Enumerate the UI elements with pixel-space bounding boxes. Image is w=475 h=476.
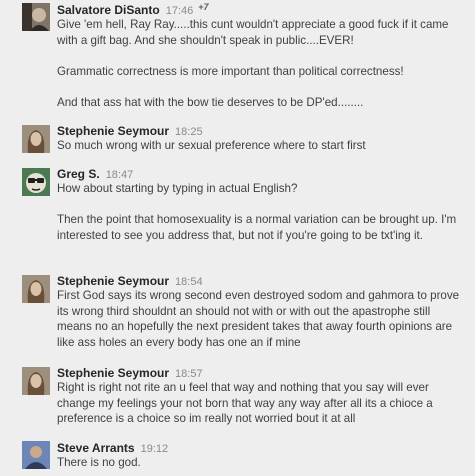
comment-author[interactable]: Steve Arrants: [57, 441, 135, 455]
cartoon-glasses-face-icon: [22, 168, 50, 196]
comment-timestamp[interactable]: 18:25: [175, 126, 203, 138]
avatar[interactable]: [22, 275, 50, 303]
avatar[interactable]: [22, 441, 50, 469]
comment-line: Give 'em hell, Ray Ray.....this cunt wou…: [57, 18, 449, 47]
comment-line: [57, 48, 467, 64]
person-photo-icon: [22, 367, 50, 395]
comment-line: And that ass hat with the bow tie deserv…: [57, 95, 364, 109]
avatar[interactable]: [22, 3, 50, 31]
comment-timestamp[interactable]: 18:57: [175, 368, 203, 380]
comment-line: [57, 197, 467, 213]
comment-text: So much wrong with ur sexual preference …: [57, 138, 467, 154]
comment-line: Grammatic correctness is more important …: [57, 64, 404, 78]
comment-line: [57, 79, 467, 95]
comment-author[interactable]: Stephenie Seymour: [57, 274, 169, 288]
comment-line: So much wrong with ur sexual preference …: [57, 139, 366, 152]
comment-timestamp[interactable]: 19:12: [141, 443, 169, 455]
comment-author[interactable]: Greg S.: [57, 167, 100, 181]
comment-text: Right is right not rite an u feel that w…: [57, 380, 467, 427]
comment-timestamp[interactable]: 18:47: [106, 169, 134, 181]
comment-line: First God says its wrong second even des…: [57, 289, 460, 349]
comment-line: Right is right not rite an u feel that w…: [57, 381, 433, 425]
comment-text: First God says its wrong second even des…: [57, 288, 467, 350]
comment-timestamp[interactable]: 17:46: [166, 5, 194, 17]
person-photo-icon: [22, 275, 50, 303]
person-photo-icon: [22, 125, 50, 153]
comment-author[interactable]: Stephenie Seymour: [57, 124, 169, 138]
plus-one-count[interactable]: +7: [198, 2, 208, 12]
comment-author[interactable]: Salvatore DiSanto: [57, 3, 160, 17]
comment-text: There is no god.: [57, 455, 467, 471]
avatar[interactable]: [22, 168, 50, 196]
avatar[interactable]: [22, 367, 50, 395]
person-photo-icon: [22, 3, 50, 31]
comment-text: How about starting by typing in actual E…: [57, 181, 467, 243]
comment-line: There is no god.: [57, 456, 141, 469]
comment-text: Give 'em hell, Ray Ray.....this cunt wou…: [57, 17, 467, 110]
person-photo-icon: [22, 441, 50, 469]
avatar[interactable]: [22, 125, 50, 153]
comment-line: Then the point that homosexuality is a n…: [57, 213, 457, 242]
comment-author[interactable]: Stephenie Seymour: [57, 366, 169, 380]
comment-line: How about starting by typing in actual E…: [57, 182, 298, 195]
comment-timestamp[interactable]: 18:54: [175, 276, 203, 288]
